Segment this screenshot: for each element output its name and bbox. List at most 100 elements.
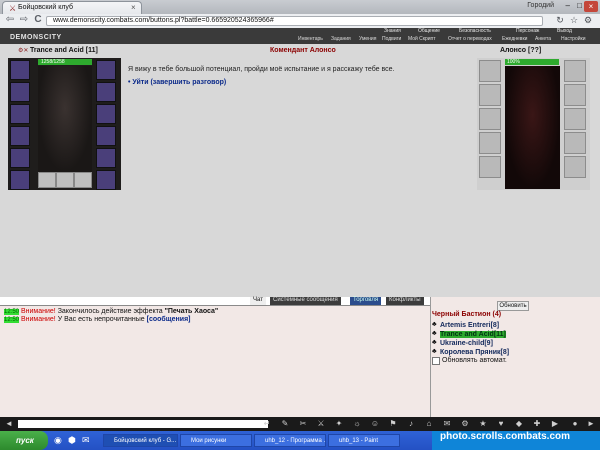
shield-slot[interactable] bbox=[96, 126, 116, 146]
submenu-inventory[interactable]: Инвентарь bbox=[298, 36, 323, 44]
auto-refresh-checkbox[interactable] bbox=[432, 357, 440, 365]
leggings-slot[interactable] bbox=[96, 148, 116, 168]
npc-weapon-slot[interactable] bbox=[479, 108, 501, 130]
toolbar-icon[interactable]: ☺ bbox=[370, 419, 380, 429]
chat-mode-icon[interactable]: ◄ bbox=[4, 419, 14, 429]
toolbar-icon[interactable]: ⚑ bbox=[388, 419, 398, 429]
pocket-slot[interactable] bbox=[74, 172, 92, 188]
private-chat-icon[interactable]: ♣ bbox=[432, 348, 437, 355]
submenu-skills[interactable]: Умения bbox=[359, 36, 376, 44]
refresh-page-icon[interactable]: ↻ bbox=[554, 15, 566, 27]
npc-belt-slot[interactable] bbox=[479, 156, 501, 178]
task-paint[interactable]: uhb_13 - Paint bbox=[328, 434, 400, 447]
send-icon[interactable]: ↵ bbox=[262, 419, 272, 429]
menu-exit[interactable]: Выход bbox=[557, 28, 572, 36]
close-window-button[interactable]: × bbox=[584, 1, 598, 12]
pocket-slot[interactable] bbox=[56, 172, 74, 188]
toolbar-icon[interactable]: ► bbox=[586, 419, 596, 429]
submenu-feats[interactable]: Подвиги bbox=[382, 36, 401, 44]
submenu-dailies[interactable]: Ежедневки bbox=[502, 36, 527, 44]
hero-avatar[interactable] bbox=[38, 66, 92, 172]
toolbar-icon[interactable]: ✉ bbox=[442, 419, 452, 429]
menu-character[interactable]: Персонаж bbox=[516, 28, 539, 36]
ring-slot[interactable] bbox=[96, 82, 116, 102]
helmet-slot[interactable] bbox=[10, 60, 30, 80]
npc-title[interactable]: Алонсо [??] bbox=[500, 47, 541, 54]
tab-close-icon[interactable]: × bbox=[131, 3, 136, 12]
task-viewer[interactable]: uhb_12 - Программа ... bbox=[254, 434, 326, 447]
task-browser[interactable]: Бойцовский клуб - G... bbox=[103, 434, 178, 447]
toolbar-icon[interactable]: ▶ bbox=[550, 419, 560, 429]
quicklaunch-icon[interactable]: ✉ bbox=[82, 435, 90, 446]
chat-input[interactable] bbox=[18, 420, 268, 428]
tab-trade[interactable]: Торговля bbox=[350, 297, 382, 305]
quicklaunch-icon[interactable]: ⬢ bbox=[68, 435, 76, 446]
toolbar-icon[interactable]: ● bbox=[570, 419, 580, 429]
minimize-button[interactable]: – bbox=[566, 1, 570, 10]
toolbar-icon[interactable]: ⌂ bbox=[424, 419, 434, 429]
boots-slot[interactable] bbox=[96, 170, 116, 190]
player-name[interactable]: Ukraine-child[9] bbox=[440, 340, 493, 347]
armor-slot[interactable] bbox=[10, 126, 30, 146]
toolbar-icon[interactable]: ☼ bbox=[352, 419, 362, 429]
npc-leggings-slot[interactable] bbox=[564, 132, 586, 154]
quicklaunch-icon[interactable]: ◉ bbox=[54, 435, 62, 446]
gloves-slot[interactable] bbox=[10, 170, 30, 190]
toolbar-icon[interactable]: ★ bbox=[478, 419, 488, 429]
browser-user-name[interactable]: Городий bbox=[527, 2, 554, 9]
npc-bracers-slot[interactable] bbox=[564, 84, 586, 106]
browser-tab[interactable]: ⚔ Бойцовский клуб × bbox=[2, 1, 142, 14]
forward-icon[interactable]: ⇨ bbox=[18, 15, 30, 26]
toolbar-icon[interactable]: ✚ bbox=[532, 419, 542, 429]
weapon-slot[interactable] bbox=[10, 104, 30, 124]
submenu-quests[interactable]: Задания bbox=[331, 36, 351, 44]
player-name-current[interactable]: Trance and Acid[11] bbox=[440, 331, 506, 338]
private-chat-icon[interactable]: ♣ bbox=[432, 330, 437, 337]
npc-boots-slot[interactable] bbox=[564, 156, 586, 178]
tab-conflicts[interactable]: Конфликты bbox=[386, 297, 424, 305]
player-name[interactable]: Королева Пряник[8] bbox=[440, 349, 509, 356]
refresh-button[interactable]: Обновить bbox=[497, 301, 529, 311]
menu-security[interactable]: Безопасность bbox=[459, 28, 491, 36]
leave-dialog-link[interactable]: • Уйти (завершить разговор) bbox=[128, 79, 226, 86]
toolbar-icon[interactable]: ⚙ bbox=[460, 419, 470, 429]
npc-armor-slot[interactable] bbox=[479, 132, 501, 154]
toolbar-icon[interactable]: ✂ bbox=[298, 419, 308, 429]
tab-system-messages[interactable]: Системные сообщения bbox=[270, 297, 341, 305]
menu-communication[interactable]: Общение bbox=[418, 28, 440, 36]
maximize-button[interactable]: □ bbox=[577, 1, 582, 10]
tab-chat[interactable]: Чат bbox=[250, 297, 266, 305]
submenu-settings[interactable]: Настройки bbox=[561, 36, 586, 44]
submenu-transfers[interactable]: Отчет о переводах bbox=[448, 36, 492, 44]
player-name[interactable]: Artemis Entrеri[8] bbox=[440, 322, 499, 329]
pocket-slot[interactable] bbox=[38, 172, 56, 188]
bookmark-star-icon[interactable]: ☆ bbox=[568, 15, 580, 27]
hero-name[interactable]: Trance and Acid [11] bbox=[30, 47, 98, 54]
amulet-slot[interactable] bbox=[10, 82, 30, 102]
back-icon[interactable]: ⇦ bbox=[4, 15, 16, 26]
submenu-profile[interactable]: Анкета bbox=[535, 36, 551, 44]
npc-avatar[interactable] bbox=[505, 66, 560, 189]
npc-ring-slot[interactable] bbox=[564, 60, 586, 82]
bracers-slot[interactable] bbox=[96, 104, 116, 124]
private-chat-icon[interactable]: ♣ bbox=[432, 321, 437, 328]
submenu-script[interactable]: Мой Скрипт bbox=[408, 36, 436, 44]
task-my-pictures[interactable]: Мои рисунки bbox=[180, 434, 252, 447]
reload-icon[interactable]: C bbox=[32, 15, 44, 26]
start-button[interactable]: пуск bbox=[0, 431, 48, 450]
npc-shield-slot[interactable] bbox=[564, 108, 586, 130]
private-chat-icon[interactable]: ♣ bbox=[432, 339, 437, 346]
npc-helmet-slot[interactable] bbox=[479, 60, 501, 82]
toolbar-icon[interactable]: ✦ bbox=[334, 419, 344, 429]
wrench-menu-icon[interactable]: ⚙ bbox=[582, 15, 594, 27]
toolbar-icon[interactable]: ♪ bbox=[406, 419, 416, 429]
toolbar-icon[interactable]: ◆ bbox=[514, 419, 524, 429]
messages-link[interactable]: [сообщения] bbox=[147, 316, 191, 323]
toolbar-icon[interactable]: ♥ bbox=[496, 419, 506, 429]
menu-knowledge[interactable]: Знания bbox=[384, 28, 401, 36]
toolbar-icon[interactable]: ✎ bbox=[280, 419, 290, 429]
belt-slot[interactable] bbox=[10, 148, 30, 168]
earrings-slot[interactable] bbox=[96, 60, 116, 80]
url-input[interactable]: www.demonscity.combats.com/buttons.pl?ba… bbox=[46, 16, 543, 26]
npc-amulet-slot[interactable] bbox=[479, 84, 501, 106]
